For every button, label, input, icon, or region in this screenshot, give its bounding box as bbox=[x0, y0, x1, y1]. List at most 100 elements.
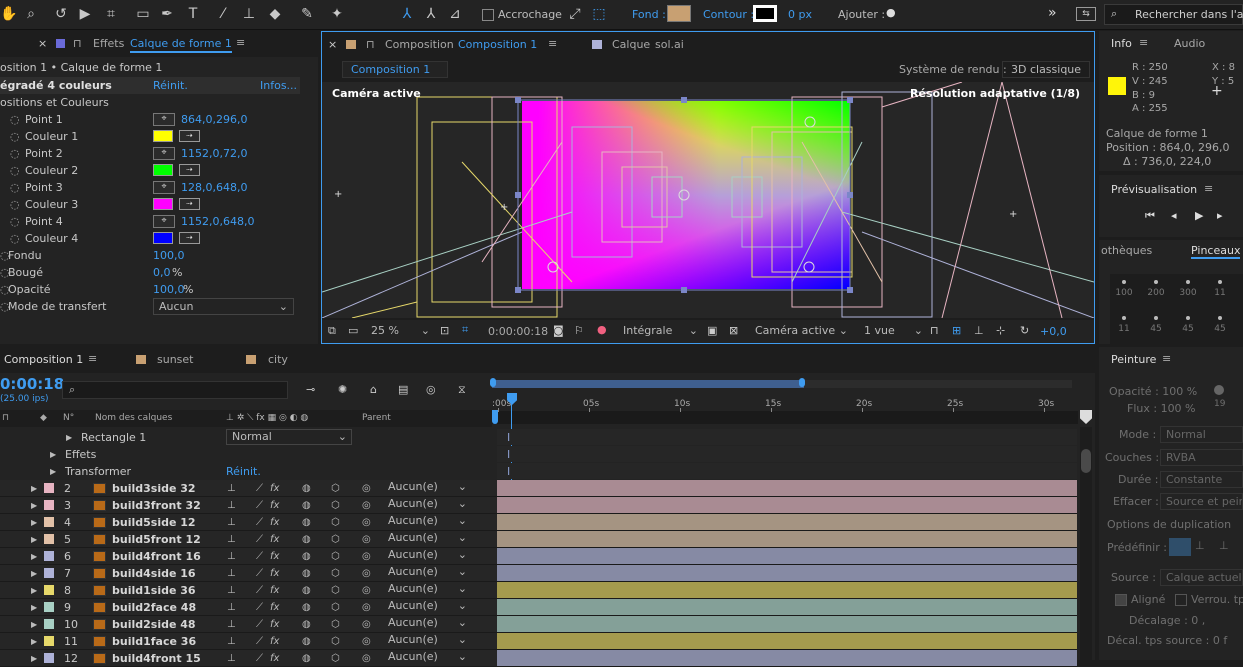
chevron-right-double-icon[interactable]: » bbox=[1048, 5, 1057, 21]
play-icon[interactable]: ▶ bbox=[1195, 209, 1203, 222]
layer-row[interactable]: ▶ 10 build2side 48 ⊥ ⟋ fx ◍ ⬡ ◎ Aucun(e) ⌄ bbox=[0, 616, 1077, 633]
stroke-color-swatch[interactable] bbox=[753, 5, 777, 22]
comp-subtab[interactable]: Composition 1 bbox=[342, 61, 448, 78]
layer-duration-bar[interactable] bbox=[497, 633, 1077, 649]
3d-layer-switch-icon[interactable]: ⬡ bbox=[331, 497, 340, 514]
shy-switch-icon[interactable]: ⊥ bbox=[227, 650, 236, 667]
frame-blending-icon[interactable]: ▤ bbox=[398, 383, 408, 396]
3d-layer-switch-icon[interactable]: ⬡ bbox=[331, 582, 340, 599]
expand-triangle-icon[interactable]: ▶ bbox=[31, 650, 37, 667]
layer-label-color[interactable] bbox=[44, 585, 54, 595]
fx-switch-icon[interactable]: fx bbox=[270, 633, 279, 650]
layer-label-color[interactable] bbox=[44, 653, 54, 663]
libraries-tab[interactable]: othèques bbox=[1101, 244, 1152, 257]
shy-switch-icon[interactable]: ⊥ bbox=[227, 599, 236, 616]
shy-switch-icon[interactable]: ⊥ bbox=[227, 497, 236, 514]
timeline-tab-sunset[interactable]: sunset bbox=[157, 353, 194, 366]
world-axis-icon[interactable]: ⅄ bbox=[422, 5, 440, 23]
layer-name[interactable]: build2face 48 bbox=[112, 599, 196, 616]
shy-switch-icon[interactable]: ⊥ bbox=[227, 633, 236, 650]
grid-toggle-icon[interactable]: ⊠ bbox=[729, 324, 738, 337]
fx-switch-icon[interactable]: fx bbox=[270, 531, 279, 548]
brush-preset[interactable]: 300 bbox=[1174, 274, 1202, 308]
layer-row[interactable]: ▶ 12 build4front 15 ⊥ ⟋ fx ◍ ⬡ ◎ Aucun(e) ⌄ bbox=[0, 650, 1077, 667]
paint-duration-dropdown[interactable]: Constante bbox=[1160, 471, 1243, 488]
layer-row[interactable]: ▶ 7 build4side 16 ⊥ ⟋ fx ◍ ⬡ ◎ Aucun(e) ⌄ bbox=[0, 565, 1077, 582]
color-swatch[interactable] bbox=[153, 130, 173, 142]
timeline-end-marker[interactable] bbox=[1080, 410, 1092, 424]
layer-tab-prefix[interactable]: Calque bbox=[612, 38, 650, 51]
zoom-tool-icon[interactable]: ⌕ bbox=[22, 5, 40, 23]
layer-search-input[interactable]: ⌕ bbox=[62, 381, 288, 399]
timeline-tab-city[interactable]: city bbox=[268, 353, 288, 366]
opacite-value[interactable]: 100,0 bbox=[153, 281, 185, 298]
pickwhip-icon[interactable]: ◎ bbox=[362, 531, 371, 548]
pickwhip-icon[interactable]: ◎ bbox=[362, 548, 371, 565]
quality-switch-icon[interactable]: ⟋ bbox=[256, 497, 263, 514]
pickwhip-icon[interactable]: ◎ bbox=[362, 633, 371, 650]
effects-tab-layer[interactable]: Calque de forme 1 bbox=[130, 37, 232, 53]
expand-triangle-icon[interactable]: ▶ bbox=[31, 514, 37, 531]
motion-blur-switch-icon[interactable]: ◍ bbox=[302, 514, 311, 531]
stopwatch-icon[interactable]: ◌ bbox=[10, 145, 20, 162]
motion-blur-switch-icon[interactable]: ◍ bbox=[302, 582, 311, 599]
paint-opacity[interactable]: Opacité : 100 % bbox=[1109, 385, 1197, 398]
layer-name[interactable]: build5front 12 bbox=[112, 531, 201, 548]
property-value[interactable]: 128,0,648,0 bbox=[181, 179, 247, 196]
pickwhip-icon[interactable]: ◎ bbox=[362, 480, 371, 497]
pickwhip-icon[interactable]: ◎ bbox=[362, 514, 371, 531]
effect-reset-link[interactable]: Réinit. bbox=[153, 77, 188, 94]
source-dropdown[interactable]: Calque actuel bbox=[1160, 569, 1243, 586]
eyedropper-icon[interactable]: ⇢ bbox=[179, 130, 200, 142]
paint-erase-dropdown[interactable]: Source et peint bbox=[1160, 493, 1243, 510]
clone-preset-3[interactable]: ⊥ bbox=[1219, 539, 1229, 552]
menu-icon[interactable]: ≡ bbox=[1204, 182, 1213, 195]
audio-tab[interactable]: Audio bbox=[1174, 37, 1205, 50]
hand-tool-icon[interactable]: ✋ bbox=[0, 5, 18, 23]
layer-label-color[interactable] bbox=[44, 517, 54, 527]
motion-blur-switch-icon[interactable]: ◍ bbox=[302, 480, 311, 497]
layer-duration-bar[interactable] bbox=[497, 497, 1077, 513]
brush-preset[interactable]: 45 bbox=[1174, 310, 1202, 344]
region-icon[interactable]: ⊡ bbox=[440, 324, 449, 337]
fx-switch-icon[interactable]: fx bbox=[270, 650, 279, 667]
layer-name[interactable]: build2side 48 bbox=[112, 616, 196, 633]
clone-stamp-tool-icon[interactable]: ⊥ bbox=[240, 5, 258, 23]
shy-switch-icon[interactable]: ⊥ bbox=[227, 582, 236, 599]
3d-layer-switch-icon[interactable]: ⬡ bbox=[331, 616, 340, 633]
lock-time-checkbox[interactable] bbox=[1175, 594, 1187, 606]
quality-switch-icon[interactable]: ⟋ bbox=[256, 616, 263, 633]
camera-dropdown[interactable]: Caméra active ⌄ bbox=[750, 323, 850, 340]
layer-row[interactable]: ▶ 3 build3front 32 ⊥ ⟋ fx ◍ ⬡ ◎ Aucun(e) ⌄ bbox=[0, 497, 1077, 514]
quality-switch-icon[interactable]: ⟋ bbox=[256, 565, 263, 582]
puppet-tool-icon[interactable]: ✦ bbox=[328, 5, 346, 23]
pickwhip-icon[interactable]: ◎ bbox=[362, 497, 371, 514]
quality-switch-icon[interactable]: ⟋ bbox=[256, 582, 263, 599]
workspace-icon[interactable]: ⇆ bbox=[1076, 7, 1096, 21]
parent-dropdown[interactable]: Aucun(e) ⌄ bbox=[383, 650, 471, 666]
layer-label-color[interactable] bbox=[44, 619, 54, 629]
blend-mode-dropdown[interactable]: Normal ⌄ bbox=[226, 429, 352, 445]
snap-features-icon[interactable]: ⬚ bbox=[590, 5, 608, 23]
text-tool-icon[interactable]: T bbox=[184, 5, 202, 23]
brush-preset[interactable]: 45 bbox=[1206, 310, 1234, 344]
help-search-input[interactable]: Rechercher dans l'aide bbox=[1135, 8, 1243, 21]
comp-tab-name[interactable]: Composition 1 bbox=[458, 38, 537, 51]
brushes-tab[interactable]: Pinceaux bbox=[1191, 244, 1241, 259]
pickwhip-icon[interactable]: ◎ bbox=[362, 565, 371, 582]
first-frame-icon[interactable]: ⏮ bbox=[1145, 209, 1155, 223]
parent-dropdown[interactable]: Aucun(e) ⌄ bbox=[383, 582, 471, 598]
motion-blur-switch-icon[interactable]: ◍ bbox=[302, 531, 311, 548]
expand-triangle-icon[interactable]: ▶ bbox=[31, 548, 37, 565]
fx-switch-icon[interactable]: fx bbox=[270, 599, 279, 616]
parent-dropdown[interactable]: Aucun(e) ⌄ bbox=[383, 497, 471, 513]
expand-triangle-icon[interactable]: ▶ bbox=[31, 565, 37, 582]
3d-layer-switch-icon[interactable]: ⬡ bbox=[331, 531, 340, 548]
layer-name[interactable]: build3front 32 bbox=[112, 497, 201, 514]
local-axis-icon[interactable]: ⅄ bbox=[398, 5, 416, 23]
eyedropper-icon[interactable]: ⇢ bbox=[179, 164, 200, 176]
fx-switch-icon[interactable]: fx bbox=[270, 497, 279, 514]
stopwatch-icon[interactable]: ◌ bbox=[10, 162, 20, 179]
layer-name[interactable]: build1side 36 bbox=[112, 582, 196, 599]
target-icon[interactable]: ⌖ bbox=[153, 147, 175, 160]
